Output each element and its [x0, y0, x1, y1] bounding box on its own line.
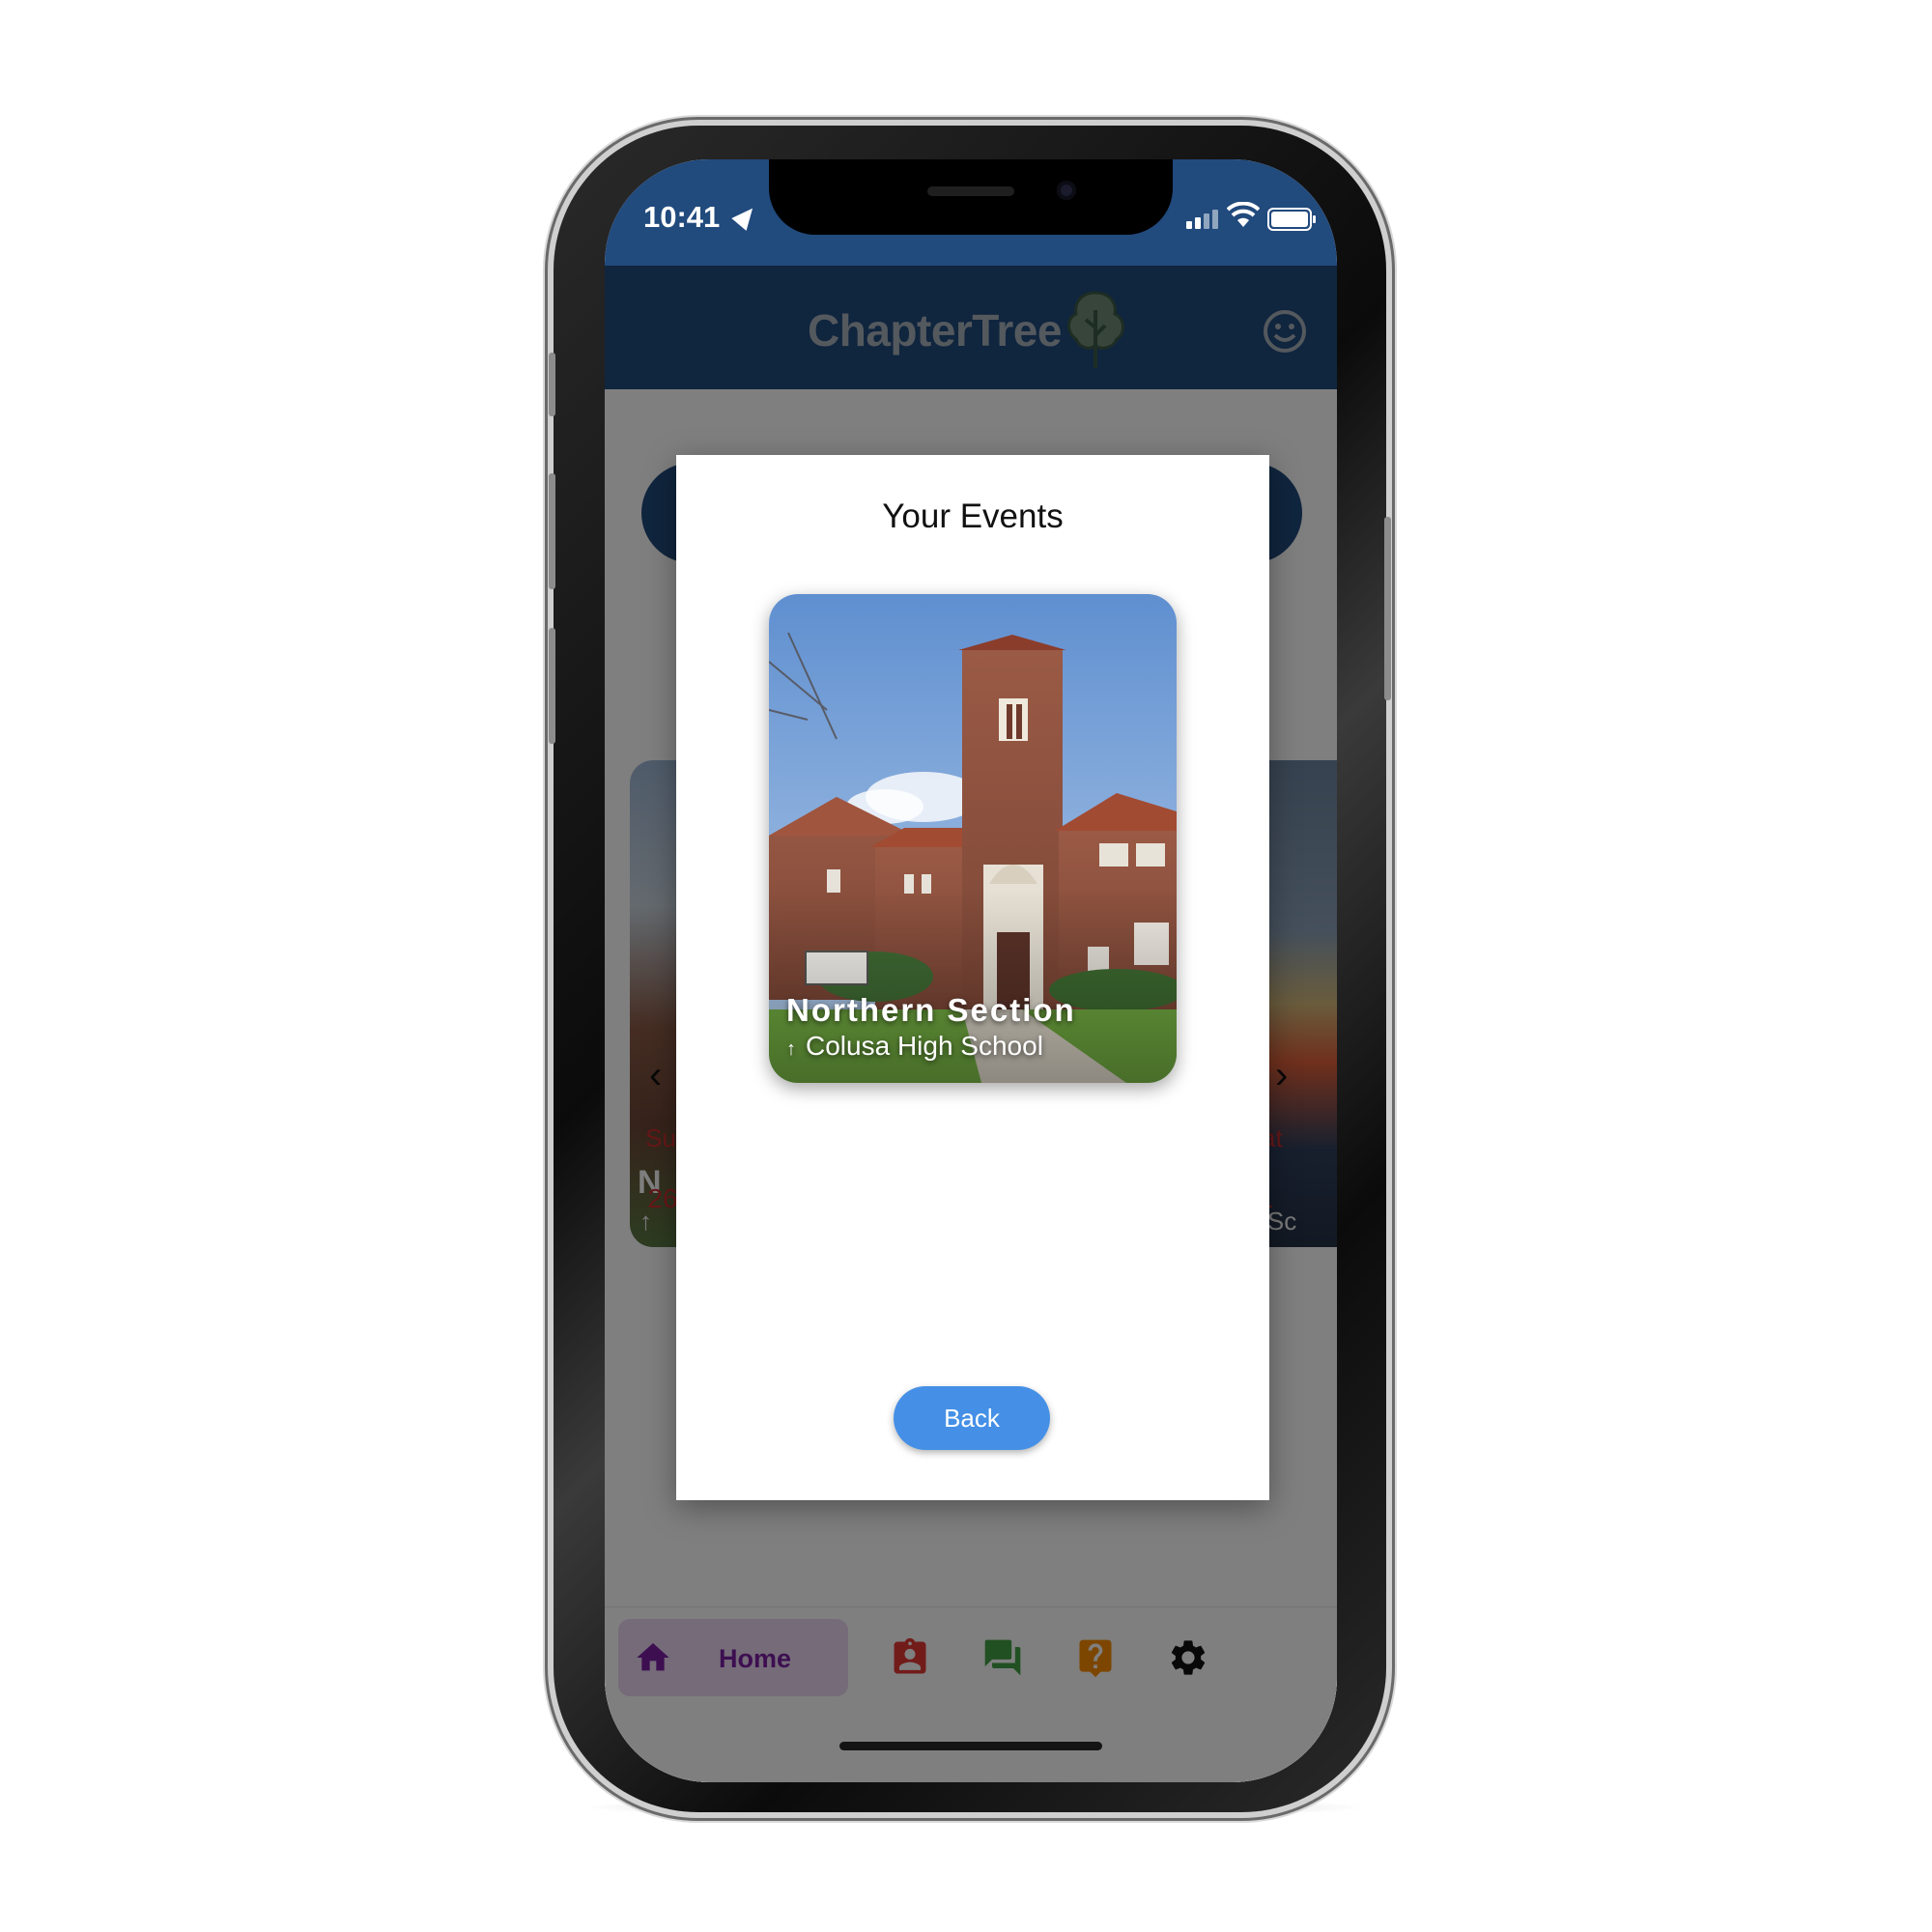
event-location: Colusa High School	[806, 1031, 1043, 1061]
event-subtitle-row: ↑ Colusa High School	[786, 1031, 1043, 1062]
battery-icon	[1267, 208, 1316, 231]
event-card[interactable]: Northern Section ↑ Colusa High School	[769, 594, 1177, 1083]
notch	[769, 159, 1173, 235]
your-events-dialog: Your Events Northern Section ↑ Colusa Hi…	[676, 455, 1269, 1500]
dialog-title: Your Events	[882, 497, 1064, 535]
direction-arrow-icon: ↑	[786, 1038, 796, 1060]
mute-switch	[549, 353, 555, 416]
phone-screen: 10:41 ChapterTree	[605, 159, 1337, 1782]
volume-up-button	[549, 473, 555, 589]
back-button[interactable]: Back	[894, 1386, 1050, 1450]
status-time: 10:41	[643, 200, 721, 234]
event-title: Northern Section	[786, 992, 1076, 1028]
volume-down-button	[549, 628, 555, 744]
location-icon	[731, 202, 760, 231]
wifi-icon	[1227, 202, 1260, 227]
speaker-grille	[927, 186, 1014, 196]
home-indicator[interactable]	[839, 1742, 1102, 1750]
power-button	[1384, 517, 1391, 700]
front-camera	[1057, 181, 1076, 200]
